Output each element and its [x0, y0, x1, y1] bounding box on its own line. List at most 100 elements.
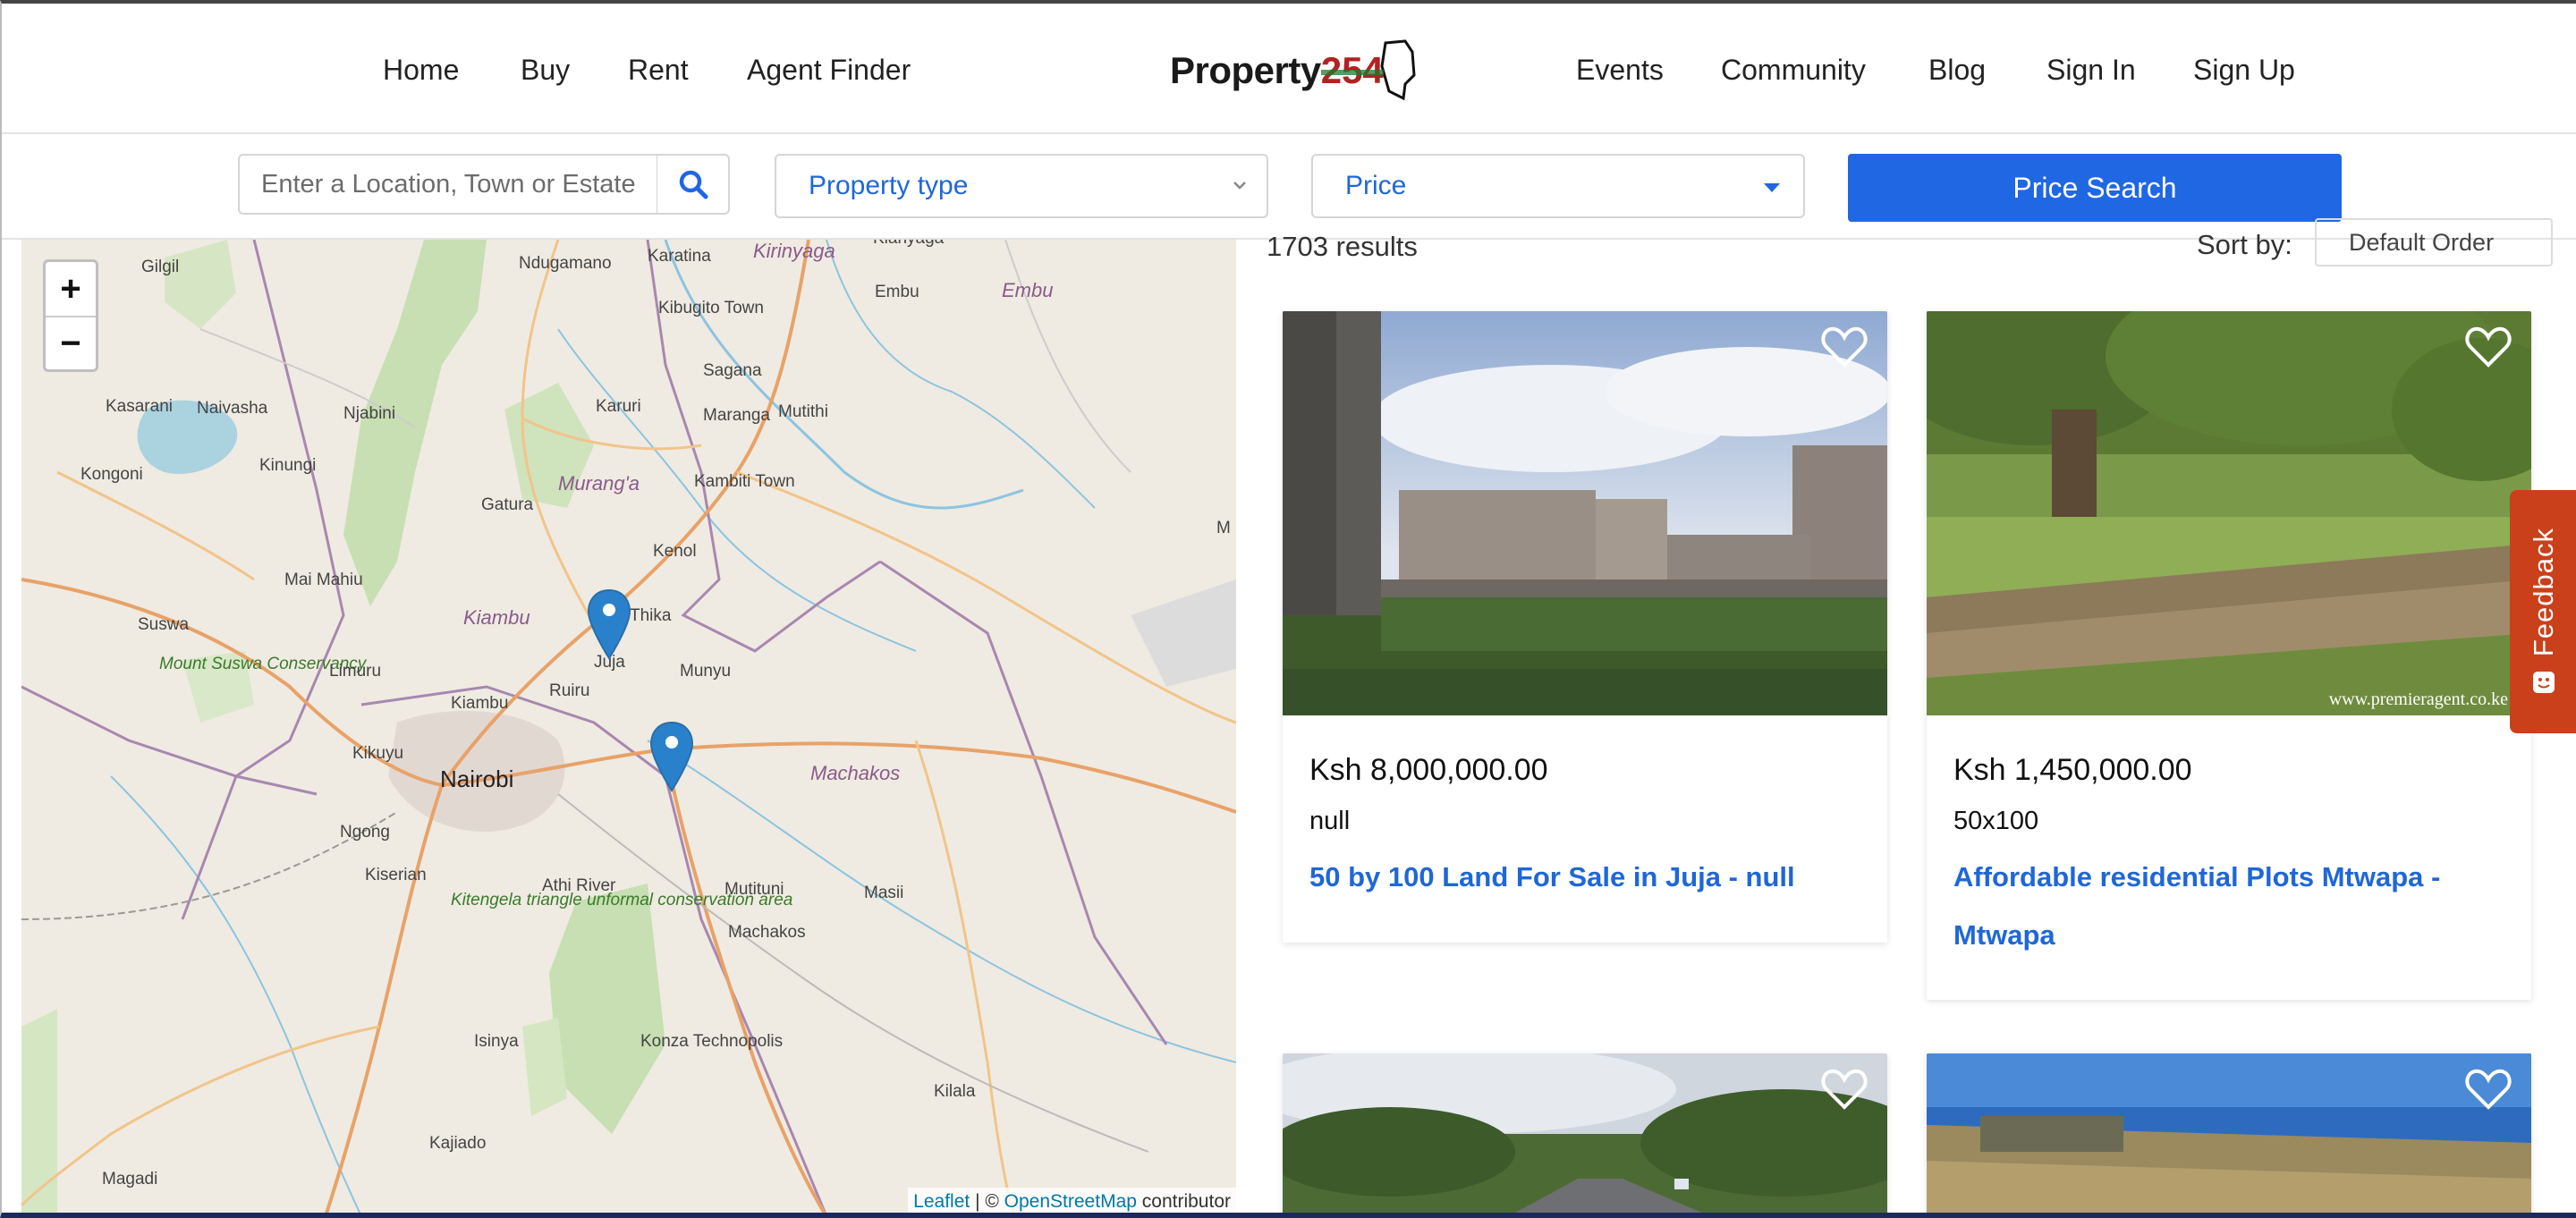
listing-image [1927, 1053, 2531, 1213]
map-label: Kiambu [451, 694, 509, 713]
map-label: Mutithi [778, 402, 828, 421]
page: Home Buy Rent Agent Finder Property 254 … [0, 0, 2576, 1218]
listing-card[interactable] [1283, 1053, 1887, 1213]
map-label: Kiambu [463, 606, 530, 629]
map-attribution: Leaflet | © OpenStreetMap contributor [908, 1188, 1236, 1213]
listing-photo[interactable]: www.premieragent.co.ke [1927, 311, 2531, 715]
listing-title-link[interactable]: Affordable residential Plots Mtwapa - Mt… [1953, 848, 2508, 964]
map-label: Kilala [934, 1082, 976, 1101]
map-label: Kajiado [429, 1134, 487, 1153]
feedback-tab[interactable]: Feedback [2510, 490, 2576, 733]
map-label: Murang'a [558, 472, 640, 495]
listing-photo[interactable] [1927, 1053, 2531, 1213]
map-label: Suswa [138, 615, 190, 634]
map-label: Sagana [703, 361, 762, 380]
map-label: Ndugamano [519, 254, 612, 273]
map-label: Isinya [474, 1032, 519, 1051]
listing-size: 50x100 [1953, 807, 2039, 835]
heart-icon[interactable] [1821, 1068, 1868, 1111]
price-search-button[interactable]: Price Search [1848, 154, 2342, 222]
nav-home[interactable]: Home [383, 54, 459, 87]
nav-agent-finder[interactable]: Agent Finder [747, 54, 911, 87]
listing-watermark: www.premieragent.co.ke [2329, 689, 2508, 709]
listing-image [1283, 311, 1887, 715]
price-value: Price [1345, 171, 1407, 200]
top-navbar: Home Buy Rent Agent Finder Property 254 … [2, 4, 2576, 134]
map-label: Munyu [680, 662, 732, 681]
map-label: Maranga [703, 406, 770, 425]
leaflet-link[interactable]: Leaflet [913, 1191, 970, 1212]
price-select[interactable]: Price [1311, 154, 1805, 218]
chevron-down-icon [1233, 182, 1246, 190]
map-tiles [21, 240, 1236, 1213]
map-label: Konza Technopolis [640, 1032, 784, 1051]
nav-buy[interactable]: Buy [521, 54, 570, 87]
map-label: Ruiru [549, 681, 590, 700]
search-icon [679, 170, 708, 199]
map-label: Kirinyaga [753, 240, 835, 262]
sort-label: Sort by: [2197, 229, 2292, 260]
nav-sign-up[interactable]: Sign Up [2193, 54, 2295, 87]
map-label: Thika [630, 606, 672, 625]
zoom-out-button[interactable]: − [46, 316, 96, 369]
map-label: Gatura [481, 495, 534, 514]
map-label: Gilgil [141, 258, 180, 276]
map-label: Mai Mahiu [284, 571, 363, 589]
feedback-label: Feedback [2528, 527, 2559, 657]
map-label: Masii [864, 884, 904, 902]
map-label: Kiserian [365, 866, 427, 884]
listing-image: www.premieragent.co.ke [1927, 311, 2531, 715]
nav-events[interactable]: Events [1576, 54, 1664, 87]
map-label: Magadi [102, 1170, 158, 1188]
nav-community[interactable]: Community [1721, 54, 1866, 87]
map-label: Kianyaga [873, 240, 944, 249]
listing-card[interactable] [1927, 1053, 2531, 1213]
osm-link[interactable]: OpenStreetMap [1004, 1191, 1137, 1212]
map-label: Kambiti Town [694, 472, 795, 491]
listing-title-link[interactable]: 50 by 100 Land For Sale in Juja - null [1309, 848, 1864, 906]
attribution-separator: | © [970, 1191, 1004, 1212]
logo-text: Property [1170, 49, 1321, 91]
results-count: 1703 results [1267, 231, 1418, 262]
map-label: Kenol [653, 542, 697, 561]
map-label: Ngong [340, 823, 390, 842]
zoom-control: + − [43, 259, 98, 372]
sort-value: Default Order [2349, 229, 2495, 256]
nav-blog[interactable]: Blog [1928, 54, 1986, 87]
map-pin-icon[interactable] [587, 588, 631, 660]
map-label: Njabini [343, 404, 396, 423]
heart-icon[interactable] [2465, 326, 2512, 368]
listing-card[interactable]: Ksh 8,000,000.00 null 50 by 100 Land For… [1283, 311, 1887, 943]
map-label: Machakos [728, 923, 806, 942]
attribution-tail: contributor [1136, 1191, 1231, 1212]
map-label: Embu [1002, 279, 1054, 301]
map-label: Kongoni [80, 465, 143, 484]
heart-icon[interactable] [2465, 1068, 2512, 1111]
caret-down-icon [1764, 183, 1780, 192]
location-search-input[interactable] [238, 154, 658, 215]
property-type-select[interactable]: Property type [775, 154, 1268, 218]
listing-size: null [1309, 807, 1351, 835]
map-label: Mutituni [724, 880, 784, 899]
map-label: Kasarani [106, 397, 173, 416]
map-pin-icon[interactable] [649, 721, 694, 792]
listing-price: Ksh 8,000,000.00 [1309, 753, 1548, 787]
zoom-in-button[interactable]: + [46, 262, 96, 316]
listing-photo[interactable] [1283, 1053, 1887, 1213]
nav-sign-in[interactable]: Sign In [2046, 54, 2136, 87]
map-label: M [1216, 519, 1231, 537]
map-label: Machakos [810, 762, 901, 784]
nav-rent[interactable]: Rent [628, 54, 689, 87]
map[interactable]: + − Ndugamano Karatina Kirinyaga Kianyag… [21, 240, 1236, 1213]
site-logo[interactable]: Property 254 [1170, 36, 1416, 106]
property-type-value: Property type [809, 171, 969, 200]
location-search-button[interactable] [657, 154, 730, 215]
map-label: Nairobi [440, 765, 514, 792]
sort-select[interactable]: Default Order [2315, 218, 2553, 266]
smiley-icon [2533, 672, 2555, 694]
listing-card[interactable]: www.premieragent.co.ke Ksh 1,450,000.00 … [1927, 311, 2531, 1000]
heart-icon[interactable] [1821, 326, 1868, 368]
listing-photo[interactable] [1283, 311, 1887, 715]
map-label: Kibugito Town [658, 299, 764, 317]
map-label: Embu [875, 283, 919, 301]
